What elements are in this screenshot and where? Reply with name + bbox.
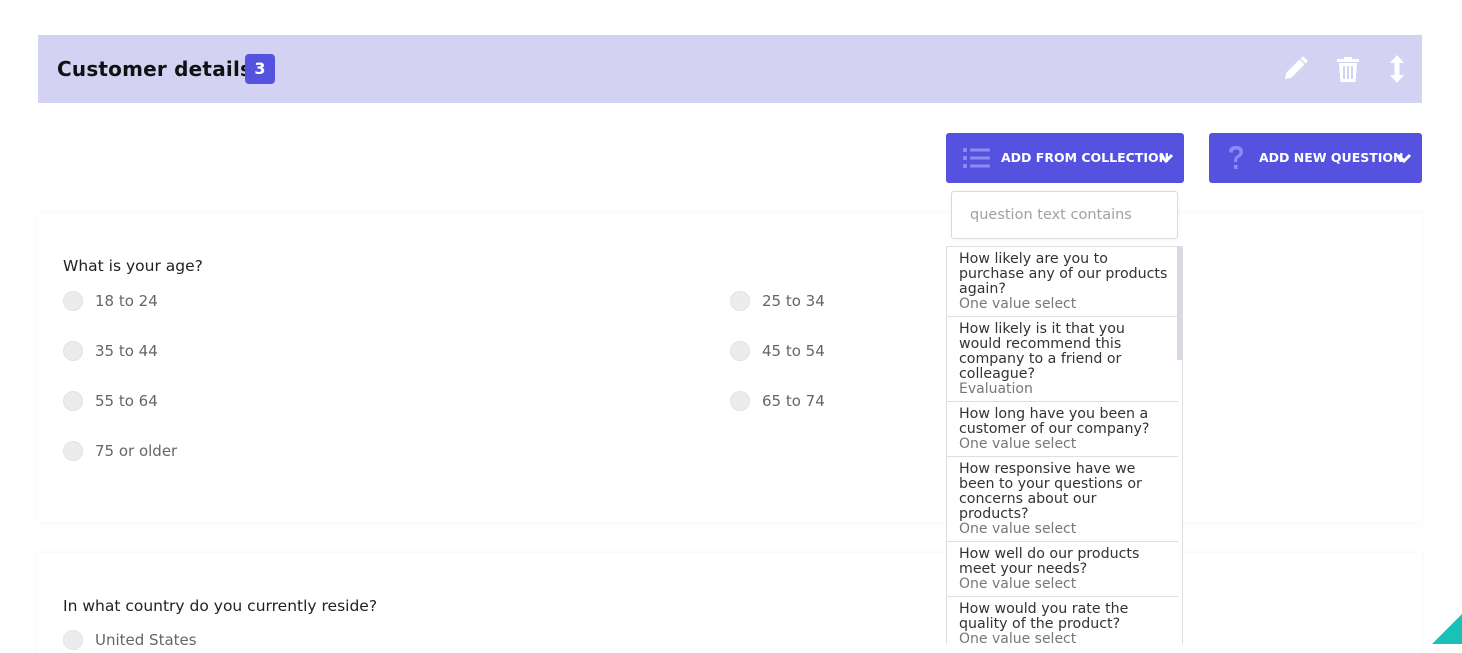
radio-button[interactable] — [730, 391, 750, 411]
collection-item-type: One value select — [959, 436, 1077, 452]
answer-option[interactable]: 55 to 64 — [63, 391, 158, 411]
collection-item[interactable]: How likely are you to purchase any of ou… — [947, 246, 1178, 316]
collection-item-question: How long have you been a customer of our… — [959, 406, 1150, 437]
add-from-collection-button[interactable]: ADD FROM COLLECTION — [946, 133, 1184, 183]
radio-button[interactable] — [63, 441, 83, 461]
radio-button[interactable] — [730, 341, 750, 361]
collection-item-type: One value select — [959, 631, 1077, 645]
radio-button[interactable] — [63, 291, 83, 311]
question-mark-icon — [1226, 145, 1246, 171]
vertical-arrows-icon[interactable] — [1386, 55, 1408, 83]
add-from-collection-label: ADD FROM COLLECTION — [1001, 150, 1170, 165]
answer-option[interactable]: 35 to 44 — [63, 341, 158, 361]
collection-search-box[interactable] — [951, 191, 1178, 239]
collection-item-question: How likely is it that you would recommen… — [959, 321, 1125, 382]
add-new-question-button[interactable]: ADD NEW QUESTION — [1209, 133, 1422, 183]
answer-option[interactable]: 45 to 54 — [730, 341, 825, 361]
collection-item-type: Evaluation — [959, 381, 1033, 397]
collection-item-question: How well do our products meet your needs… — [959, 546, 1140, 577]
question-title: What is your age? — [63, 257, 203, 275]
add-new-question-label: ADD NEW QUESTION — [1259, 150, 1404, 165]
radio-button[interactable] — [730, 291, 750, 311]
collection-dropdown-list[interactable]: How likely are you to purchase any of ou… — [946, 246, 1183, 644]
collection-item[interactable]: How long have you been a customer of our… — [947, 401, 1178, 456]
collection-item[interactable]: How responsive have we been to your ques… — [947, 456, 1178, 541]
dropdown-scrollbar[interactable] — [1177, 246, 1182, 360]
collection-item[interactable]: How would you rate the quality of the pr… — [947, 596, 1178, 644]
answer-option[interactable]: 65 to 74 — [730, 391, 825, 411]
question-title: In what country do you currently reside? — [63, 597, 378, 615]
answer-option[interactable]: 75 or older — [63, 441, 177, 461]
answer-option[interactable]: 25 to 34 — [730, 291, 825, 311]
list-icon — [963, 146, 991, 170]
collection-item-question: How responsive have we been to your ques… — [959, 461, 1142, 522]
corner-decoration — [1432, 614, 1462, 644]
radio-button[interactable] — [63, 391, 83, 411]
question-count-badge: 3 — [245, 54, 275, 84]
radio-button[interactable] — [63, 630, 83, 650]
trash-icon[interactable] — [1335, 55, 1361, 83]
chevron-down-icon — [1156, 148, 1176, 168]
section-header: Customer details 3 — [38, 35, 1422, 103]
collection-item-type: One value select — [959, 296, 1077, 312]
question-card: What is your age? 18 to 24 25 to 34 35 t… — [38, 213, 1422, 522]
collection-item-question: How would you rate the quality of the pr… — [959, 601, 1129, 632]
pencil-icon[interactable] — [1281, 55, 1309, 83]
collection-search-input[interactable] — [968, 192, 1162, 238]
collection-item[interactable]: How well do our products meet your needs… — [947, 541, 1178, 596]
question-card: In what country do you currently reside?… — [38, 553, 1422, 653]
collection-item-question: How likely are you to purchase any of ou… — [959, 251, 1168, 297]
chevron-down-icon — [1394, 148, 1414, 168]
collection-item[interactable]: How likely is it that you would recommen… — [947, 316, 1178, 401]
collection-item-type: One value select — [959, 576, 1077, 592]
radio-button[interactable] — [63, 341, 83, 361]
collection-item-type: One value select — [959, 521, 1077, 537]
section-title: Customer details — [57, 57, 253, 81]
answer-option[interactable]: United States — [63, 630, 197, 650]
answer-option[interactable]: 18 to 24 — [63, 291, 158, 311]
